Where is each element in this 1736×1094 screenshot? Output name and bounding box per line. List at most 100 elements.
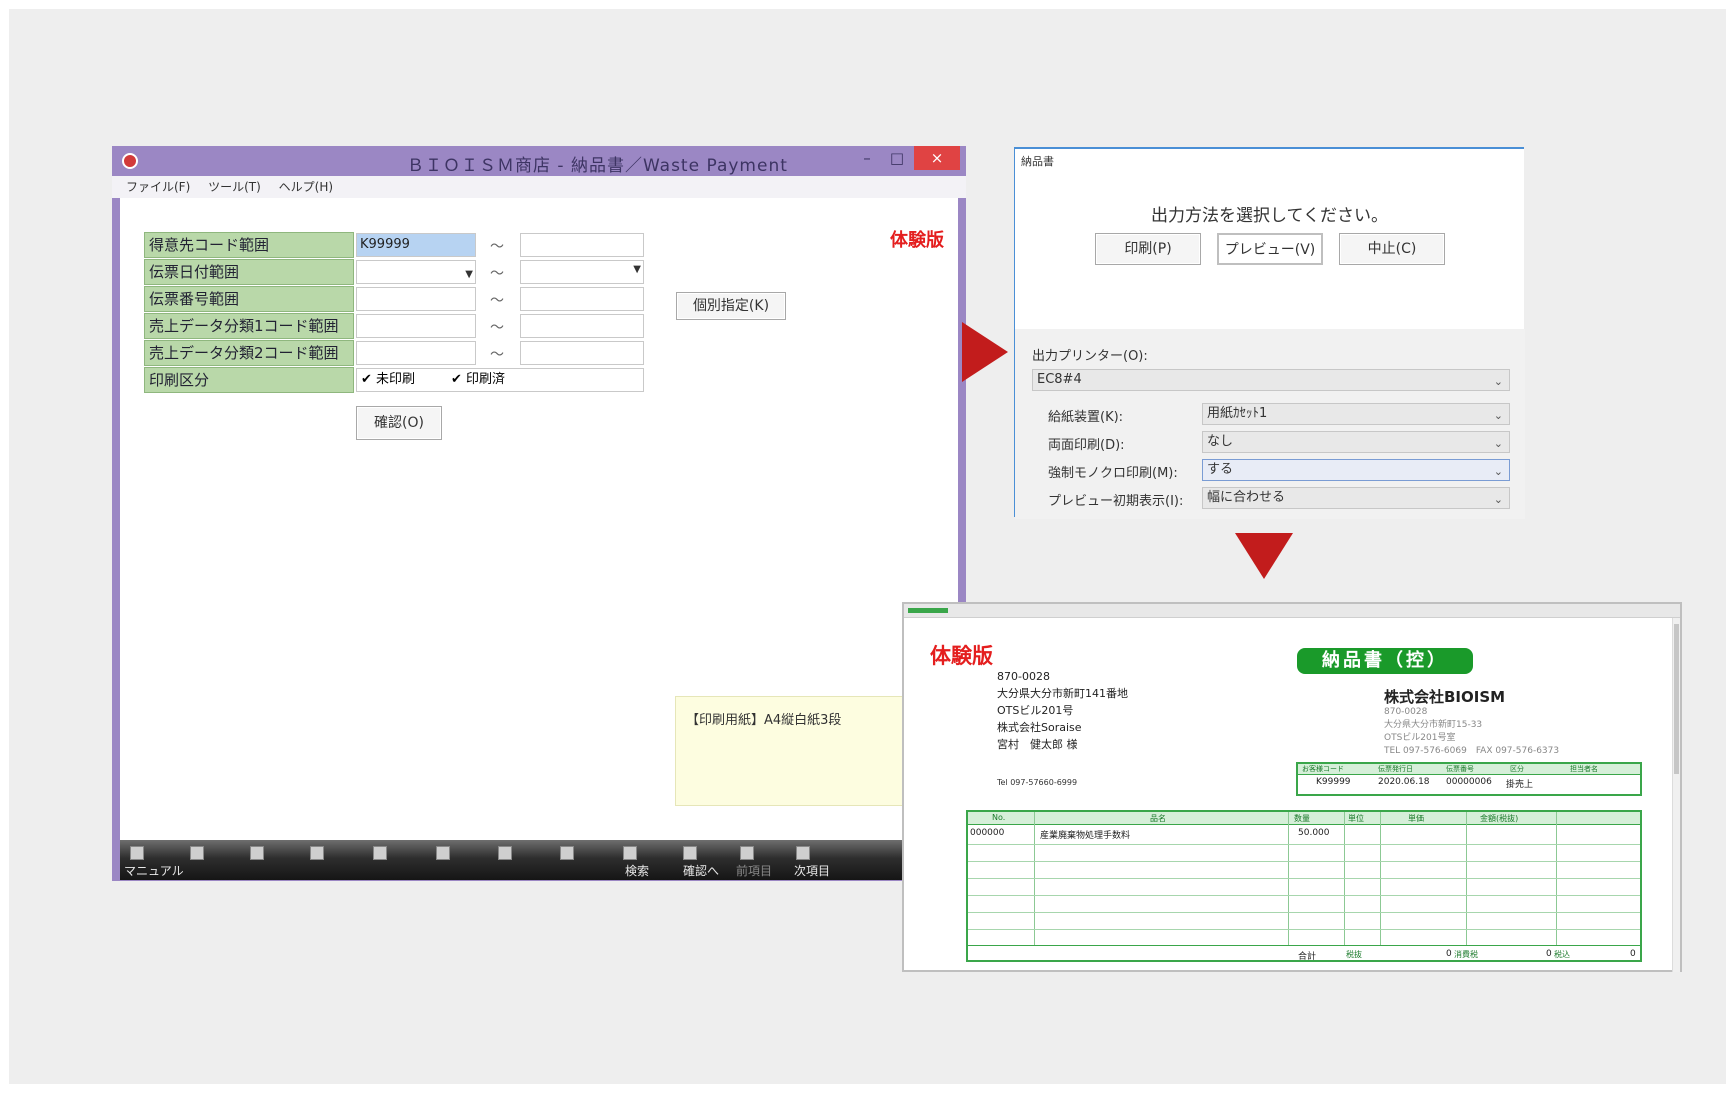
total-value: 0: [1446, 949, 1452, 959]
maximize-button[interactable]: □: [882, 146, 912, 170]
fkey-11-prev-item[interactable]: 前項目: [732, 842, 792, 878]
items-table: No. 品名 数量 単位 単価 金額(税抜) 000000 産業廃棄物処理手数料: [966, 810, 1642, 962]
duplex-label: 両面印刷(D):: [1048, 438, 1125, 453]
chevron-down-icon[interactable]: ⌄: [1494, 490, 1503, 510]
total-value: 0: [1630, 949, 1636, 959]
row-divider: [968, 844, 1640, 845]
fkey-3[interactable]: [242, 842, 302, 878]
table-row: 000000 産業廃棄物処理手数料 50.000: [968, 828, 1640, 842]
close-button[interactable]: ×: [914, 146, 960, 170]
row-divider: [968, 861, 1640, 862]
form-row-print-class: 印刷区分 ✔ 未印刷 ✔ 印刷済: [144, 367, 644, 394]
recipient-address2: OTSビル201号: [997, 704, 1074, 717]
item-header: 単価: [1408, 814, 1424, 823]
main-window-body: 体験版 得意先コード範囲 K99999 ～ 伝票日付範囲 ▼ ～ ▼ 伝票番号範…: [120, 198, 958, 840]
fkey-10-confirm[interactable]: 確認へ: [675, 842, 735, 878]
function-key-bar: マニュアル 検索 確認へ 前項目 次項目: [120, 840, 958, 880]
printer-select[interactable]: EC8#4 ⌄: [1032, 369, 1510, 391]
key-icon: [683, 846, 697, 860]
menu-file[interactable]: ファイル(F): [126, 176, 190, 198]
cancel-button[interactable]: 中止(C): [1339, 233, 1445, 265]
confirm-button[interactable]: 確認(O): [356, 406, 442, 440]
category2-label: 売上データ分類2コード範囲: [144, 340, 354, 366]
issuer-building: OTSビル201号室: [1384, 733, 1456, 743]
total-tag: 消費税: [1454, 950, 1478, 959]
fkey-6[interactable]: [428, 842, 488, 878]
printed-checkbox[interactable]: ✔ 印刷済: [451, 369, 505, 391]
scrollbar-thumb[interactable]: [1674, 624, 1679, 774]
fkey-8[interactable]: [552, 842, 612, 878]
chevron-down-icon[interactable]: ⌄: [1494, 372, 1503, 392]
main-window-title-bar[interactable]: ＢＩＯＩＳＭ商店 - 納品書／Waste Payment – □ ×: [112, 146, 966, 176]
fkey-2[interactable]: [182, 842, 242, 878]
menu-help[interactable]: ヘルプ(H): [279, 176, 333, 198]
chevron-down-icon[interactable]: ⌄: [1494, 434, 1503, 454]
arrow-down-icon: [1235, 533, 1293, 579]
monochrome-select[interactable]: する ⌄: [1202, 459, 1510, 481]
monochrome-value: する: [1207, 462, 1234, 477]
slip-number-label: 伝票番号範囲: [144, 286, 354, 312]
slip-number-to-input[interactable]: [520, 287, 644, 311]
key-icon: [560, 846, 574, 860]
key-icon: [623, 846, 637, 860]
chevron-down-icon[interactable]: ▼: [465, 264, 473, 286]
category2-from-input[interactable]: [356, 341, 476, 365]
preview-scrollbar[interactable]: [1672, 618, 1680, 972]
preview-title-bar[interactable]: [904, 604, 1680, 618]
minimize-button[interactable]: –: [852, 146, 882, 170]
item-header: 金額(税抜): [1480, 814, 1519, 823]
recipient-person: 宮村 健太郎 様: [997, 738, 1078, 751]
option-row-paper-source: 給紙装置(K): 用紙ｶｾｯﾄ1 ⌄: [1015, 403, 1525, 429]
fkey-4[interactable]: [302, 842, 362, 878]
category2-to-input[interactable]: [520, 341, 644, 365]
category1-from-input[interactable]: [356, 314, 476, 338]
paper-source-select[interactable]: 用紙ｶｾｯﾄ1 ⌄: [1202, 403, 1510, 425]
preview-trial-label: 体験版: [930, 644, 993, 668]
preview-button[interactable]: プレビュー(V): [1217, 233, 1323, 265]
row-divider: [968, 912, 1640, 913]
chevron-down-icon[interactable]: ▼: [633, 264, 641, 275]
customer-code-to-input[interactable]: [520, 233, 644, 257]
chevron-down-icon[interactable]: ⌄: [1494, 406, 1503, 426]
fkey-12-next-item[interactable]: 次項目: [788, 842, 848, 878]
dialog-options-panel: 出力プリンター(O): EC8#4 ⌄ 給紙装置(K): 用紙ｶｾｯﾄ1 ⌄ 両面印…: [1015, 329, 1525, 519]
print-class-label: 印刷区分: [144, 367, 354, 393]
category1-to-input[interactable]: [520, 314, 644, 338]
search-form: 得意先コード範囲 K99999 ～ 伝票日付範囲 ▼ ～ ▼ 伝票番号範囲 ～: [144, 232, 644, 394]
fkey-1[interactable]: マニュアル: [122, 842, 184, 878]
unprinted-checkbox[interactable]: ✔ 未印刷: [361, 369, 415, 391]
menu-tools[interactable]: ツール(T): [208, 176, 261, 198]
key-icon: [250, 846, 264, 860]
slip-date-from-input[interactable]: ▼: [356, 260, 476, 284]
slip-info-box: お客様コード 伝票発行日 伝票番号 区分 担当者名 K99999 2020.06…: [1296, 762, 1642, 796]
output-method-dialog: 納品書 出力方法を選択してください。 印刷(P) プレビュー(V) 中止(C) …: [1014, 147, 1525, 519]
individual-spec-button[interactable]: 個別指定(K): [676, 292, 786, 320]
print-button[interactable]: 印刷(P): [1095, 233, 1201, 265]
customer-code-from-input[interactable]: K99999: [356, 233, 476, 257]
row-divider: [968, 895, 1640, 896]
issuer-company: 株式会社BIOISM: [1384, 688, 1506, 706]
range-separator: ～: [490, 320, 504, 336]
totals-label: 合計: [1298, 952, 1317, 962]
fkey-9-search[interactable]: 検索: [615, 842, 675, 878]
total-tag: 税込: [1554, 950, 1570, 959]
slip-number-from-input[interactable]: [356, 287, 476, 311]
option-row-duplex: 両面印刷(D): なし ⌄: [1015, 431, 1525, 457]
item-header: 単位: [1348, 814, 1364, 823]
info-value: K99999: [1316, 777, 1351, 787]
printer-label: 出力プリンター(O):: [1032, 349, 1148, 364]
fkey-label: 次項目: [794, 864, 831, 878]
info-value: 掛売上: [1506, 780, 1534, 790]
duplex-select[interactable]: なし ⌄: [1202, 431, 1510, 453]
fkey-7[interactable]: [490, 842, 550, 878]
chevron-down-icon[interactable]: ⌄: [1494, 462, 1503, 482]
fkey-5[interactable]: [365, 842, 425, 878]
range-separator: ～: [490, 347, 504, 363]
preview-display-select[interactable]: 幅に合わせる ⌄: [1202, 487, 1510, 509]
slip-date-to-input[interactable]: ▼: [520, 260, 644, 284]
fkey-label: 確認へ: [683, 864, 720, 878]
range-separator: ～: [490, 266, 504, 282]
main-window: ＢＩＯＩＳＭ商店 - 納品書／Waste Payment – □ × ファイル(…: [112, 146, 966, 881]
info-header: 伝票発行日: [1378, 765, 1413, 773]
info-value: 2020.06.18: [1378, 777, 1430, 787]
